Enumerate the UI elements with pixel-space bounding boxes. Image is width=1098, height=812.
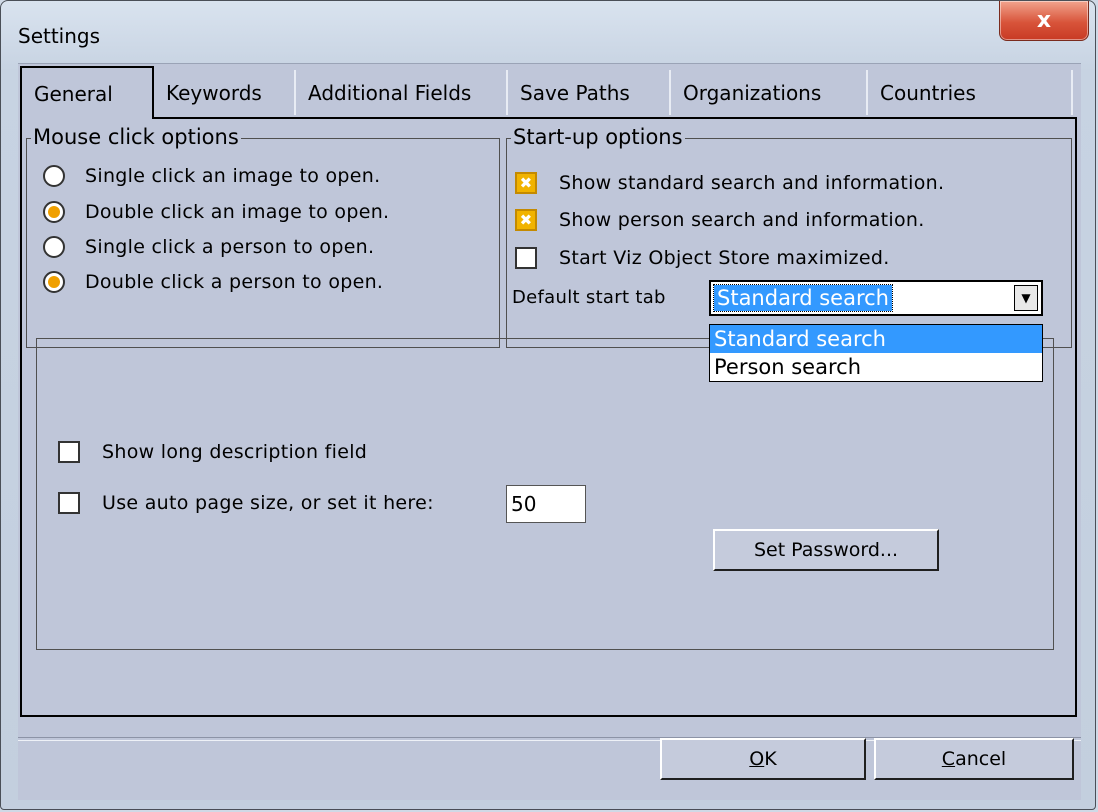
- ok-button[interactable]: OK: [660, 738, 866, 780]
- radio-label: Double click a person to open.: [85, 271, 384, 293]
- tab-label: Save Paths: [520, 80, 630, 105]
- tab-additional-fields[interactable]: Additional Fields: [296, 70, 508, 115]
- cancel-button[interactable]: Cancel: [874, 738, 1074, 780]
- tab-countries[interactable]: Countries: [868, 70, 1073, 115]
- radio-option[interactable]: Double click a person to open.: [43, 271, 383, 293]
- mouse-click-options-group: Mouse click options Single click an imag…: [26, 125, 500, 348]
- default-start-tab-dropdown: Standard search Person search: [709, 324, 1043, 382]
- dropdown-option[interactable]: Standard search: [710, 325, 1042, 353]
- checked-checkbox-icon[interactable]: ✖: [515, 209, 537, 231]
- title-bar[interactable]: Settings x: [1, 1, 1095, 63]
- tab-organizations[interactable]: Organizations: [671, 70, 868, 115]
- radio-button[interactable]: [43, 165, 65, 187]
- close-button[interactable]: x: [999, 1, 1089, 41]
- radio-option[interactable]: Single click a person to open.: [43, 236, 374, 258]
- radio-label: Double click an image to open.: [85, 201, 390, 223]
- checkbox-label: Start Viz Object Store maximized.: [559, 247, 890, 269]
- radio-button[interactable]: [43, 271, 65, 293]
- startup-check-row[interactable]: ✖ Show person search and information.: [515, 209, 925, 231]
- radio-button[interactable]: [43, 236, 65, 258]
- page-size-input[interactable]: [506, 485, 586, 523]
- button-label: Set Password...: [753, 539, 899, 561]
- close-icon: x: [1036, 8, 1052, 33]
- tab-label: Countries: [880, 80, 976, 105]
- group-legend: Start-up options: [511, 125, 685, 149]
- checkbox[interactable]: [515, 247, 537, 269]
- auto-page-size-row[interactable]: Use auto page size, or set it here:: [58, 492, 434, 514]
- group-legend: Mouse click options: [31, 125, 241, 149]
- radio-button[interactable]: [43, 201, 65, 223]
- set-password-button[interactable]: Set Password...: [713, 529, 939, 571]
- checkbox[interactable]: [58, 441, 80, 463]
- tab-save-paths[interactable]: Save Paths: [508, 70, 671, 115]
- chevron-down-icon[interactable]: ▼: [1014, 285, 1038, 311]
- default-start-tab-label: Default start tab: [512, 287, 666, 308]
- checkbox-label: Show person search and information.: [559, 209, 925, 231]
- button-label: OK: [749, 748, 776, 770]
- settings-window: Settings x General Keywords Additional F…: [0, 0, 1096, 810]
- checkbox-label: Show long description field: [102, 441, 368, 463]
- button-label-rest: ancel: [955, 748, 1007, 770]
- dialog-client-area: General Keywords Additional Fields Save …: [18, 63, 1081, 800]
- checkbox-label: Show standard search and information.: [559, 172, 945, 194]
- mnemonic: O: [749, 748, 765, 770]
- tab-label: Additional Fields: [308, 80, 472, 105]
- window-title: Settings: [18, 24, 101, 48]
- radio-option[interactable]: Single click an image to open.: [43, 165, 380, 187]
- default-start-tab-select[interactable]: Standard search ▼: [709, 280, 1043, 316]
- checkbox-label: Use auto page size, or set it here:: [102, 492, 434, 514]
- mnemonic: C: [941, 748, 956, 770]
- long-description-row[interactable]: Show long description field: [58, 441, 367, 463]
- checkbox[interactable]: [58, 492, 80, 514]
- radio-label: Single click a person to open.: [85, 236, 375, 258]
- button-label: Cancel: [942, 748, 1006, 770]
- tab-keywords[interactable]: Keywords: [154, 70, 296, 115]
- startup-check-row[interactable]: ✖ Show standard search and information.: [515, 172, 944, 194]
- tab-label: Organizations: [683, 80, 822, 105]
- tab-general[interactable]: General: [20, 66, 154, 119]
- button-label-rest: K: [764, 748, 777, 770]
- tab-label: Keywords: [166, 80, 262, 105]
- dropdown-option[interactable]: Person search: [710, 353, 1042, 381]
- tab-label: General: [34, 81, 113, 106]
- select-value: Standard search: [713, 284, 893, 312]
- tab-strip: General Keywords Additional Fields Save …: [18, 64, 1081, 119]
- radio-label: Single click an image to open.: [85, 165, 381, 187]
- checked-checkbox-icon[interactable]: ✖: [515, 172, 537, 194]
- startup-options-group: Start-up options ✖ Show standard search …: [506, 125, 1072, 348]
- startup-check-row[interactable]: Start Viz Object Store maximized.: [515, 247, 890, 269]
- radio-option[interactable]: Double click an image to open.: [43, 201, 389, 223]
